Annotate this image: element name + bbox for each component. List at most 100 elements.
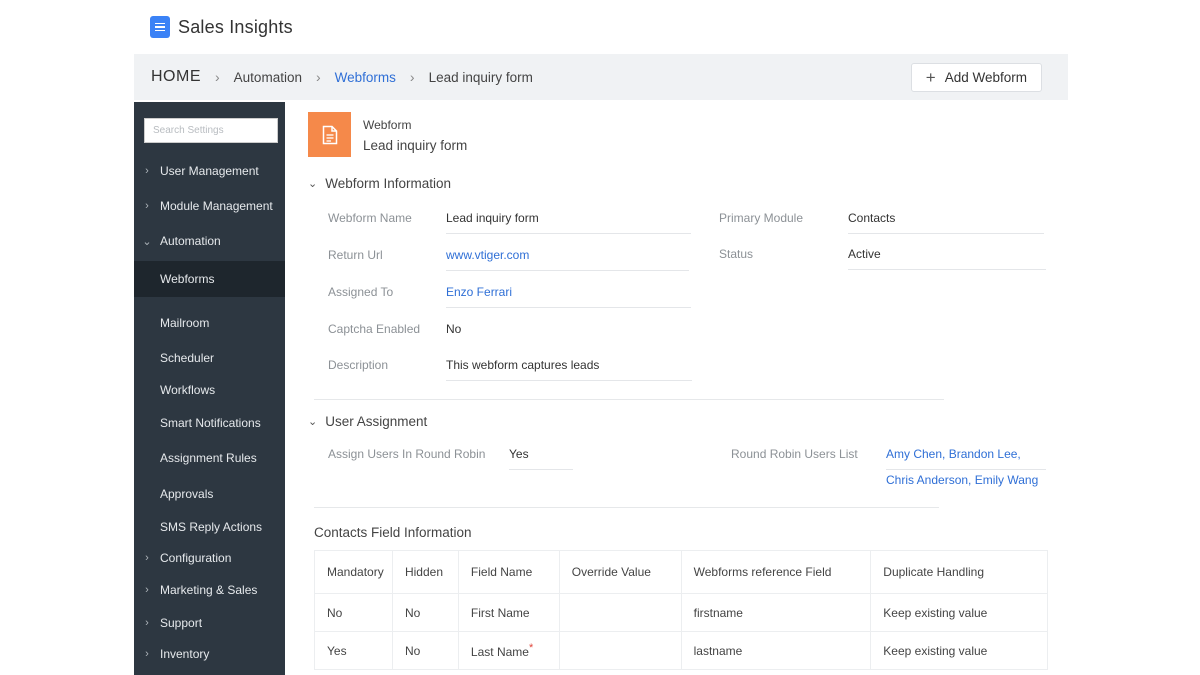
assigned-to-link[interactable]: Enzo Ferrari: [446, 285, 691, 308]
sidebar-item-workflows[interactable]: Workflows: [134, 375, 285, 405]
required-asterisk: *: [528, 642, 534, 654]
sidebar-item-label: User Management: [160, 164, 259, 178]
round-robin-user-link[interactable]: Amy Chen, Brandon Lee,: [886, 447, 1046, 470]
contacts-field-table: Mandatory Hidden Field Name Override Val…: [314, 550, 1048, 670]
add-webform-label: Add Webform: [944, 70, 1027, 85]
chevron-down-icon: ⌄: [142, 235, 152, 248]
sidebar-item-configuration[interactable]: › Configuration: [134, 543, 285, 573]
sidebar-item-module-management[interactable]: › Module Management: [134, 191, 285, 221]
sidebar-item-webforms[interactable]: Webforms: [134, 261, 285, 297]
sidebar-item-label: Support: [160, 616, 203, 630]
hidden-cell: No: [391, 593, 459, 632]
reference-field-cell: firstname: [680, 593, 872, 632]
sidebar-item-label: SMS Reply Actions: [160, 520, 263, 534]
status-value: Active: [848, 247, 1046, 270]
breadcrumb-home[interactable]: HOME: [151, 68, 201, 86]
chevron-right-icon: ›: [409, 69, 415, 85]
sidebar-item-inventory[interactable]: › Inventory: [134, 639, 285, 669]
chevron-right-icon: ›: [145, 552, 149, 564]
section-divider: [314, 507, 939, 508]
captcha-enabled-value: No: [446, 322, 462, 336]
breadcrumb-automation[interactable]: Automation: [234, 70, 302, 85]
sidebar-item-label: Approvals: [160, 487, 214, 501]
round-robin-users-label: Round Robin Users List: [731, 447, 858, 461]
sidebar-item-sms-reply-actions[interactable]: SMS Reply Actions: [134, 512, 285, 542]
chevron-down-icon: ⌄: [308, 178, 318, 190]
chevron-down-icon: ⌄: [308, 416, 318, 428]
webform-file-icon: [308, 112, 351, 157]
breadcrumb-webforms[interactable]: Webforms: [335, 70, 396, 85]
sidebar-item-label: Marketing & Sales: [160, 583, 258, 597]
sidebar-item-marketing-sales[interactable]: › Marketing & Sales: [134, 575, 285, 605]
sidebar-item-scheduler[interactable]: Scheduler: [134, 343, 285, 373]
sidebar-item-smart-notifications[interactable]: Smart Notifications: [134, 408, 285, 438]
sidebar-item-label: Inventory: [160, 647, 210, 661]
sidebar-item-approvals[interactable]: Approvals: [134, 479, 285, 509]
duplicate-handling-cell: Keep existing value: [870, 593, 1048, 632]
sidebar-item-label: Automation: [160, 234, 221, 248]
field-name-cell: Last Name*: [457, 631, 560, 670]
webform-name-value: Lead inquiry form: [446, 211, 691, 234]
breadcrumb: HOME › Automation › Webforms › Lead inqu…: [134, 68, 533, 86]
webform-detail: Webform Lead inquiry form ⌄ Webform Info…: [296, 102, 1068, 675]
table-header-row: Mandatory Hidden Field Name Override Val…: [314, 550, 1048, 594]
column-header: Webforms reference Field: [680, 550, 872, 594]
return-url-link[interactable]: www.vtiger.com: [446, 248, 689, 271]
round-robin-label: Assign Users In Round Robin: [328, 447, 486, 461]
chevron-right-icon: ›: [145, 648, 149, 660]
sidebar-item-user-management[interactable]: › User Management: [134, 156, 285, 186]
chevron-right-icon: ›: [315, 69, 321, 85]
column-header: Duplicate Handling: [870, 550, 1048, 594]
captcha-enabled-label: Captcha Enabled: [328, 322, 421, 336]
round-robin-value: Yes: [509, 447, 573, 470]
breadcrumb-current: Lead inquiry form: [428, 69, 533, 85]
sidebar-item-label: Webforms: [160, 272, 215, 286]
field-name-cell: First Name: [457, 593, 560, 632]
chevron-right-icon: ›: [145, 200, 149, 212]
section-user-assignment[interactable]: ⌄ User Assignment: [308, 414, 427, 429]
sidebar-item-automation[interactable]: ⌄ Automation: [134, 226, 285, 256]
description-value: This webform captures leads: [446, 358, 692, 381]
table-row: Yes No Last Name* lastname Keep existing…: [314, 631, 1048, 670]
section-webform-information[interactable]: ⌄ Webform Information: [308, 176, 451, 191]
webform-name-label: Webform Name: [328, 211, 412, 225]
breadcrumb-bar: HOME › Automation › Webforms › Lead inqu…: [134, 54, 1068, 100]
round-robin-user-link[interactable]: Chris Anderson, Emily Wang: [886, 473, 1038, 495]
sidebar-item-label: Workflows: [160, 383, 216, 397]
sidebar-item-label: Configuration: [160, 551, 232, 565]
plus-icon: +: [925, 68, 936, 87]
mandatory-cell: Yes: [314, 631, 393, 670]
section-title: Contacts Field Information: [314, 525, 472, 540]
section-divider: [314, 399, 944, 400]
column-header: Override Value: [558, 550, 682, 594]
reference-field-cell: lastname: [680, 631, 872, 670]
sidebar-item-label: Scheduler: [160, 351, 215, 365]
add-webform-button[interactable]: + Add Webform: [910, 63, 1042, 92]
override-value-cell: [558, 593, 682, 632]
sidebar-item-assignment-rules[interactable]: Assignment Rules: [134, 443, 285, 473]
sidebar-item-mailroom[interactable]: Mailroom: [134, 308, 285, 338]
sidebar-item-label: Module Management: [160, 199, 273, 213]
table-row: No No First Name firstname Keep existing…: [314, 593, 1048, 632]
sidebar-item-support[interactable]: › Support: [134, 608, 285, 638]
sidebar-item-label: Smart Notifications: [160, 416, 261, 430]
app-header: Sales Insights: [150, 16, 293, 38]
hidden-cell: No: [391, 631, 459, 670]
section-contacts-field-information: Contacts Field Information: [314, 525, 472, 540]
settings-sidebar: › User Management › Module Management ⌄ …: [134, 102, 285, 675]
primary-module-value: Contacts: [848, 211, 1044, 234]
assigned-to-label: Assigned To: [328, 285, 394, 299]
chevron-right-icon: ›: [215, 69, 220, 85]
duplicate-handling-cell: Keep existing value: [870, 631, 1048, 670]
column-header: Hidden: [391, 550, 459, 594]
status-label: Status: [719, 247, 754, 261]
chevron-right-icon: ›: [145, 584, 149, 596]
app-title: Sales Insights: [178, 16, 293, 37]
search-settings-input[interactable]: [144, 118, 278, 143]
record-name: Lead inquiry form: [363, 138, 468, 153]
description-label: Description: [328, 358, 389, 372]
sidebar-item-label: Mailroom: [160, 316, 210, 330]
column-header: Field Name: [457, 550, 560, 594]
section-title: User Assignment: [325, 414, 428, 429]
return-url-label: Return Url: [328, 248, 383, 262]
